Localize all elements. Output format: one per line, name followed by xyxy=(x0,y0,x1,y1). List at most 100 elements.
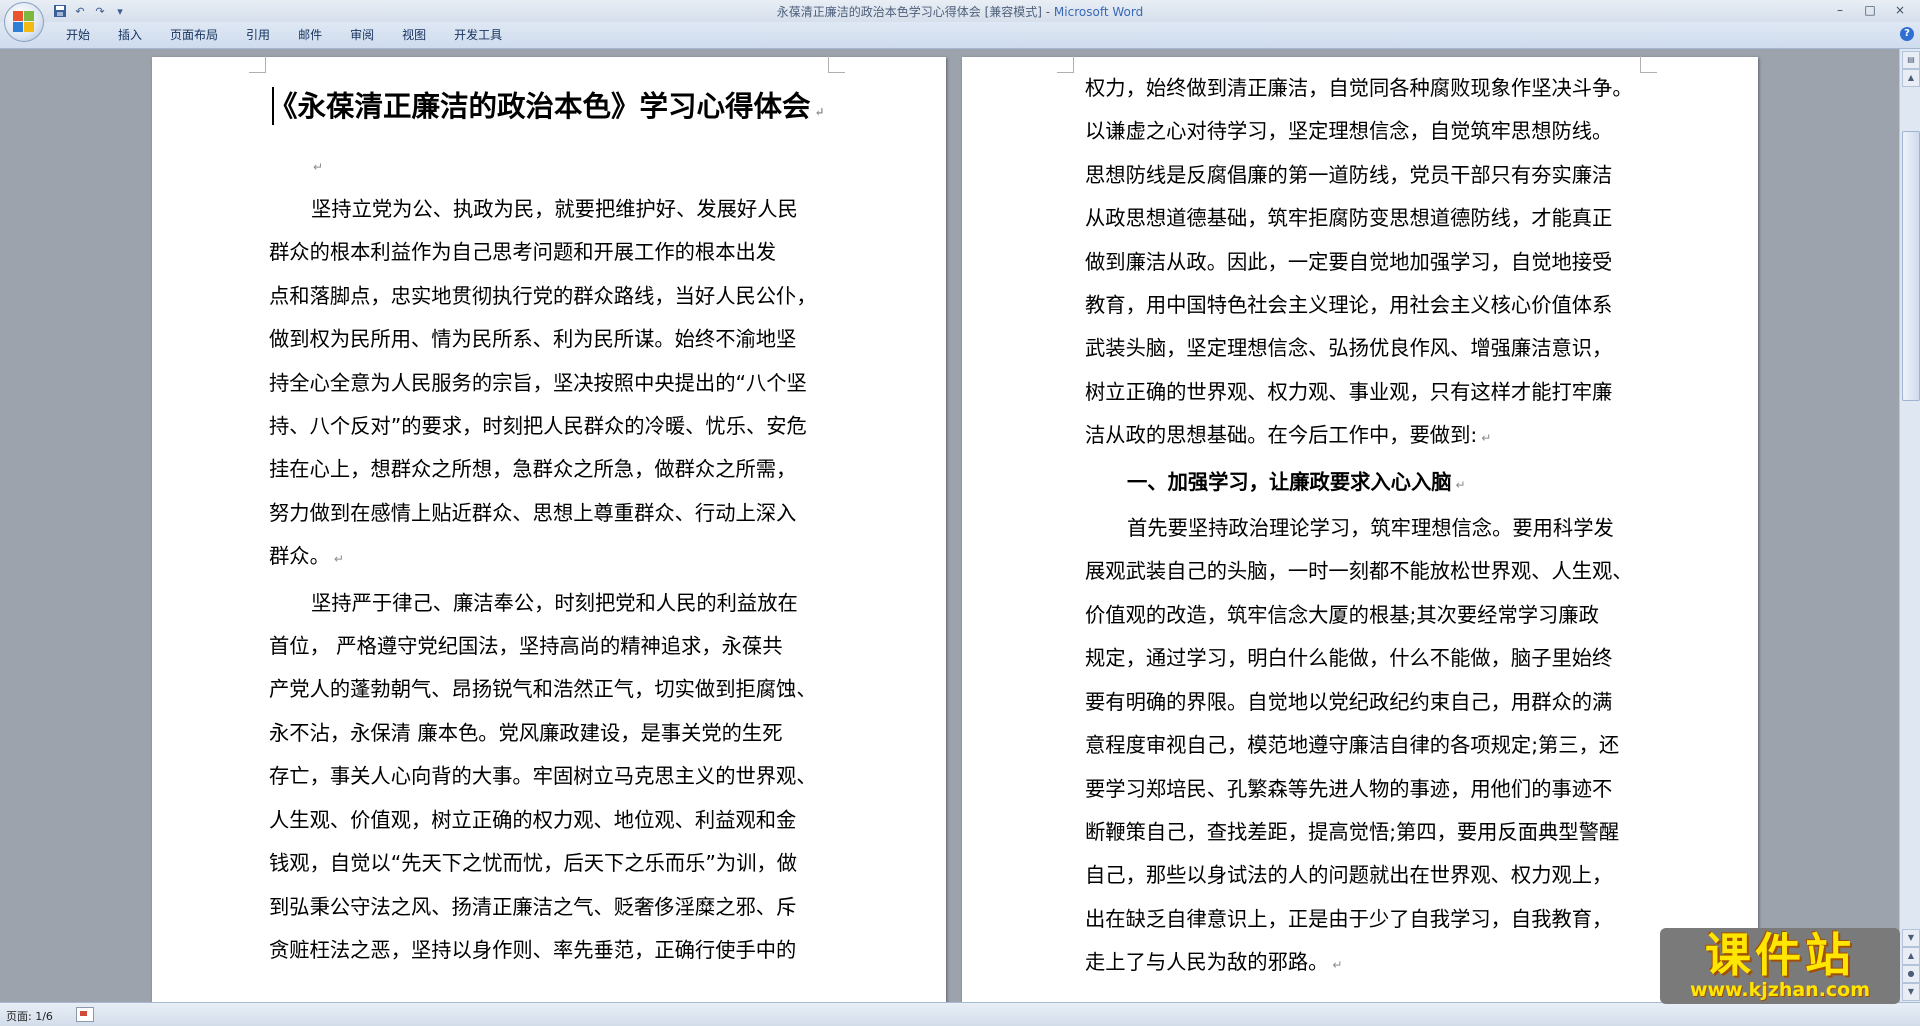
paragraph-mark: ↵ xyxy=(313,160,324,174)
status-bar: 页面: 1/6 xyxy=(0,1002,1920,1026)
text-line: 产党人的蓬勃朝气、昂扬锐气和浩然正气，切实做到拒腐蚀、 xyxy=(269,668,817,711)
text-line: 思想防线是反腐倡廉的第一道防线，党员干部只有夯实廉洁 xyxy=(1085,154,1633,197)
line-text: 走上了与人民为敌的邪路。 xyxy=(1085,950,1329,975)
text-line: 断鞭策自己，查找差距，提高觉悟;第四，要用反面典型警醒 xyxy=(1085,811,1633,854)
line-text: 做到权为民所用、情为民所系、利为民所谋。始终不渝地坚 xyxy=(269,327,797,352)
line-text: 要学习郑培民、孔繁森等先进人物的事迹，用他们的事迹不 xyxy=(1085,776,1613,801)
line-text: 产党人的蓬勃朝气、昂扬锐气和浩然正气，切实做到拒腐蚀、 xyxy=(269,677,817,702)
line-text: 钱观，自觉以“先天下之忧而忧，后天下之乐而乐”为训，做 xyxy=(269,851,798,876)
text-line: 权力，始终做到清正廉洁，自觉同各种腐败现象作坚决斗争。 xyxy=(1085,67,1633,110)
line-text: 洁从政的思想基础。在今后工作中，要做到: xyxy=(1085,423,1478,448)
text-line: 价值观的改造，筑牢信念大厦的根基;其次要经常学习廉政 xyxy=(1085,594,1633,637)
ruler-toggle-icon[interactable]: ▤ xyxy=(1902,51,1920,69)
watermark-logo: 课件站 www.kjzhan.com xyxy=(1660,928,1900,1004)
text-line: 点和落脚点，忠实地贯彻执行党的群众路线，当好人民公仆， xyxy=(269,275,817,318)
text-line: 人生观、价值观，树立正确的权力观、地位观、利益观和金 xyxy=(269,799,817,842)
line-text: 出在缺乏自律意识上，正是由于少了自我学习，自我教育， xyxy=(1085,906,1613,931)
document-page-1[interactable]: 《永葆清正廉洁的政治本色》学习心得体会 ↵ ↵ 坚持立党为公、执政为民，就要把维护… xyxy=(152,56,946,1002)
text-line: 贪赃枉法之恶，坚持以身作则、率先垂范，正确行使手中的 xyxy=(269,929,817,972)
scroll-thumb[interactable] xyxy=(1902,131,1920,401)
text-line: 展观武装自己的头脑，一时一刻都不能放松世界观、人生观、 xyxy=(1085,550,1633,593)
app-name: Microsoft Word xyxy=(1053,5,1144,19)
line-text: 群众的根本利益作为自己思考问题和开展工作的根本出发 xyxy=(269,240,777,265)
text-line: 努力做到在感情上贴近群众、思想上尊重群众、行动上深入 xyxy=(269,492,817,535)
line-text: 自己，那些以身试法的人的问题就出在世界观、权力观上， xyxy=(1085,863,1613,888)
line-text: 武装头脑，坚定理想信念、弘扬优良作风、增强廉洁意识， xyxy=(1085,336,1613,361)
ribbon-tab[interactable]: 开始 xyxy=(52,27,104,43)
paragraph-mark: ↵ xyxy=(1332,958,1343,973)
line-text: 从政思想道德基础，筑牢拒腐防变思想道德防线，才能真正 xyxy=(1085,206,1613,231)
ribbon-tab[interactable]: 页面布局 xyxy=(156,27,232,43)
ribbon-tab[interactable]: 插入 xyxy=(104,27,156,43)
heading-text: 《永葆清正廉洁的政治本色》学习心得体会 xyxy=(269,89,811,123)
text-line: 武装头脑，坚定理想信念、弘扬优良作风、增强廉洁意识， xyxy=(1085,327,1633,370)
ribbon-tab[interactable]: 视图 xyxy=(388,27,440,43)
window-title: 永葆清正廉洁的政治本色学习心得体会 [兼容模式] - Microsoft Wor… xyxy=(0,3,1920,20)
text-line: 到弘秉公守法之风、扬清正廉洁之气、贬奢侈淫糜之邪、斥 xyxy=(269,886,817,929)
crop-mark xyxy=(1640,56,1657,73)
text-line: 做到廉洁从政。因此，一定要自觉地加强学习，自觉地接受 xyxy=(1085,241,1633,284)
text-line: 从政思想道德基础，筑牢拒腐防变思想道德防线，才能真正 xyxy=(1085,197,1633,240)
next-page-icon[interactable]: ▼ xyxy=(1902,983,1920,1001)
ribbon-tab[interactable]: 审阅 xyxy=(336,27,388,43)
text-line: 一、加强学习，让廉政要求入心入脑 ↵ xyxy=(1085,461,1633,507)
line-text: 意程度审视自己，模范地遵守廉洁自律的各项规定;第三，还 xyxy=(1085,733,1620,758)
text-line: 永不沾，永保清 廉本色。党风廉政建设，是事关党的生死 xyxy=(269,712,817,755)
crop-mark xyxy=(1057,56,1074,73)
line-text: 坚持立党为公、执政为民，就要把维护好、发展好人民 xyxy=(311,197,798,221)
vertical-scrollbar[interactable]: ▤ ▲ ▼ ▲ ● ▼ xyxy=(1899,49,1920,1002)
office-logo-icon xyxy=(13,11,35,33)
line-text: 规定，通过学习，明白什么能做，什么不能做，脑子里始终 xyxy=(1085,646,1613,671)
line-text: 努力做到在感情上贴近群众、思想上尊重群众、行动上深入 xyxy=(269,500,797,525)
crop-mark xyxy=(249,56,266,73)
title-bar: ↶ ↷ ▾ 永葆清正廉洁的政治本色学习心得体会 [兼容模式] - Microso… xyxy=(0,0,1920,22)
document-workspace: 《永葆清正廉洁的政治本色》学习心得体会 ↵ ↵ 坚持立党为公、执政为民，就要把维护… xyxy=(0,49,1900,1002)
text-line: 出在缺乏自律意识上，正是由于少了自我学习，自我教育， xyxy=(1085,898,1633,941)
browse-object-icon[interactable]: ● xyxy=(1902,965,1920,983)
line-text: 持、八个反对”的要求，时刻把人民群众的冷暖、忧乐、安危 xyxy=(269,414,807,439)
line-text: 树立正确的世界观、权力观、事业观，只有这样才能打牢廉 xyxy=(1085,379,1613,404)
line-text: 坚持严于律己、廉洁奉公，时刻把党和人民的利益放在 xyxy=(311,590,798,615)
text-line: 洁从政的思想基础。在今后工作中，要做到: ↵ xyxy=(1085,414,1633,460)
scroll-down-icon[interactable]: ▼ xyxy=(1902,929,1920,947)
line-text: 挂在心上，想群众之所想，急群众之所急，做群众之所需， xyxy=(269,457,797,482)
line-text: 首先要坚持政治理论学习，筑牢理想信念。要用科学发 xyxy=(1127,516,1614,541)
text-line: 做到权为民所用、情为民所系、利为民所谋。始终不渝地坚 xyxy=(269,318,817,361)
minimize-button[interactable]: – xyxy=(1826,1,1854,19)
text-line: 存亡，事关人心向背的大事。牢固树立马克思主义的世界观、 xyxy=(269,755,817,798)
text-line: 坚持严于律己、廉洁奉公，时刻把党和人民的利益放在 xyxy=(269,582,817,625)
page-count[interactable]: 页面: 1/6 xyxy=(6,1008,53,1024)
text-line: 走上了与人民为敌的邪路。 ↵ xyxy=(1085,941,1633,987)
paragraph-mark: ↵ xyxy=(814,105,825,119)
scroll-up-icon[interactable]: ▲ xyxy=(1902,69,1920,87)
line-text: 一、加强学习，让廉政要求入心入脑 xyxy=(1127,469,1452,494)
office-button[interactable] xyxy=(4,2,44,42)
text-line: 群众的根本利益作为自己思考问题和开展工作的根本出发 xyxy=(269,231,817,274)
text-line: 坚持立党为公、执政为民，就要把维护好、发展好人民 xyxy=(269,188,817,231)
document-heading: 《永葆清正廉洁的政治本色》学习心得体会 ↵ xyxy=(269,84,825,125)
text-line: 首先要坚持政治理论学习，筑牢理想信念。要用科学发 xyxy=(1085,507,1633,550)
ribbon-tab[interactable]: 开发工具 xyxy=(440,27,516,43)
line-text: 思想防线是反腐倡廉的第一道防线，党员干部只有夯实廉洁 xyxy=(1085,162,1613,187)
line-text: 存亡，事关人心向背的大事。牢固树立马克思主义的世界观、 xyxy=(269,764,817,789)
line-text: 群众。 xyxy=(269,544,330,569)
proofing-icon[interactable] xyxy=(76,1007,94,1022)
line-text: 以谦虚之心对待学习，坚定理想信念，自觉筑牢思想防线。 xyxy=(1085,119,1613,144)
line-text: 价值观的改造，筑牢信念大厦的根基;其次要经常学习廉政 xyxy=(1085,602,1599,627)
ribbon-tab[interactable]: 邮件 xyxy=(284,27,336,43)
line-text: 要有明确的界限。自觉地以党纪政纪约束自己，用群众的满 xyxy=(1085,689,1613,714)
text-line: 自己，那些以身试法的人的问题就出在世界观、权力观上， xyxy=(1085,854,1633,897)
ribbon-tab[interactable]: 引用 xyxy=(232,27,284,43)
document-page-2[interactable]: 权力，始终做到清正廉洁，自觉同各种腐败现象作坚决斗争。以谦虚之心对待学习，坚定理… xyxy=(962,56,1758,1002)
previous-page-icon[interactable]: ▲ xyxy=(1902,947,1920,965)
ribbon-tab-bar: 开始 插入 页面布局 引用 邮件 审阅 视图 开发工具 ? xyxy=(0,22,1920,49)
help-icon[interactable]: ? xyxy=(1900,27,1914,41)
text-line: 意程度审视自己，模范地遵守廉洁自律的各项规定;第三，还 xyxy=(1085,724,1633,767)
text-line: 树立正确的世界观、权力观、事业观，只有这样才能打牢廉 xyxy=(1085,371,1633,414)
empty-paragraph: ↵ xyxy=(269,143,323,189)
crop-mark xyxy=(828,56,845,73)
line-text: 永不沾，永保清 廉本色。党风廉政建设，是事关党的生死 xyxy=(269,720,783,745)
maximize-button[interactable]: □ xyxy=(1856,1,1884,19)
text-line: 要学习郑培民、孔繁森等先进人物的事迹，用他们的事迹不 xyxy=(1085,768,1633,811)
close-button[interactable]: × xyxy=(1886,1,1914,19)
